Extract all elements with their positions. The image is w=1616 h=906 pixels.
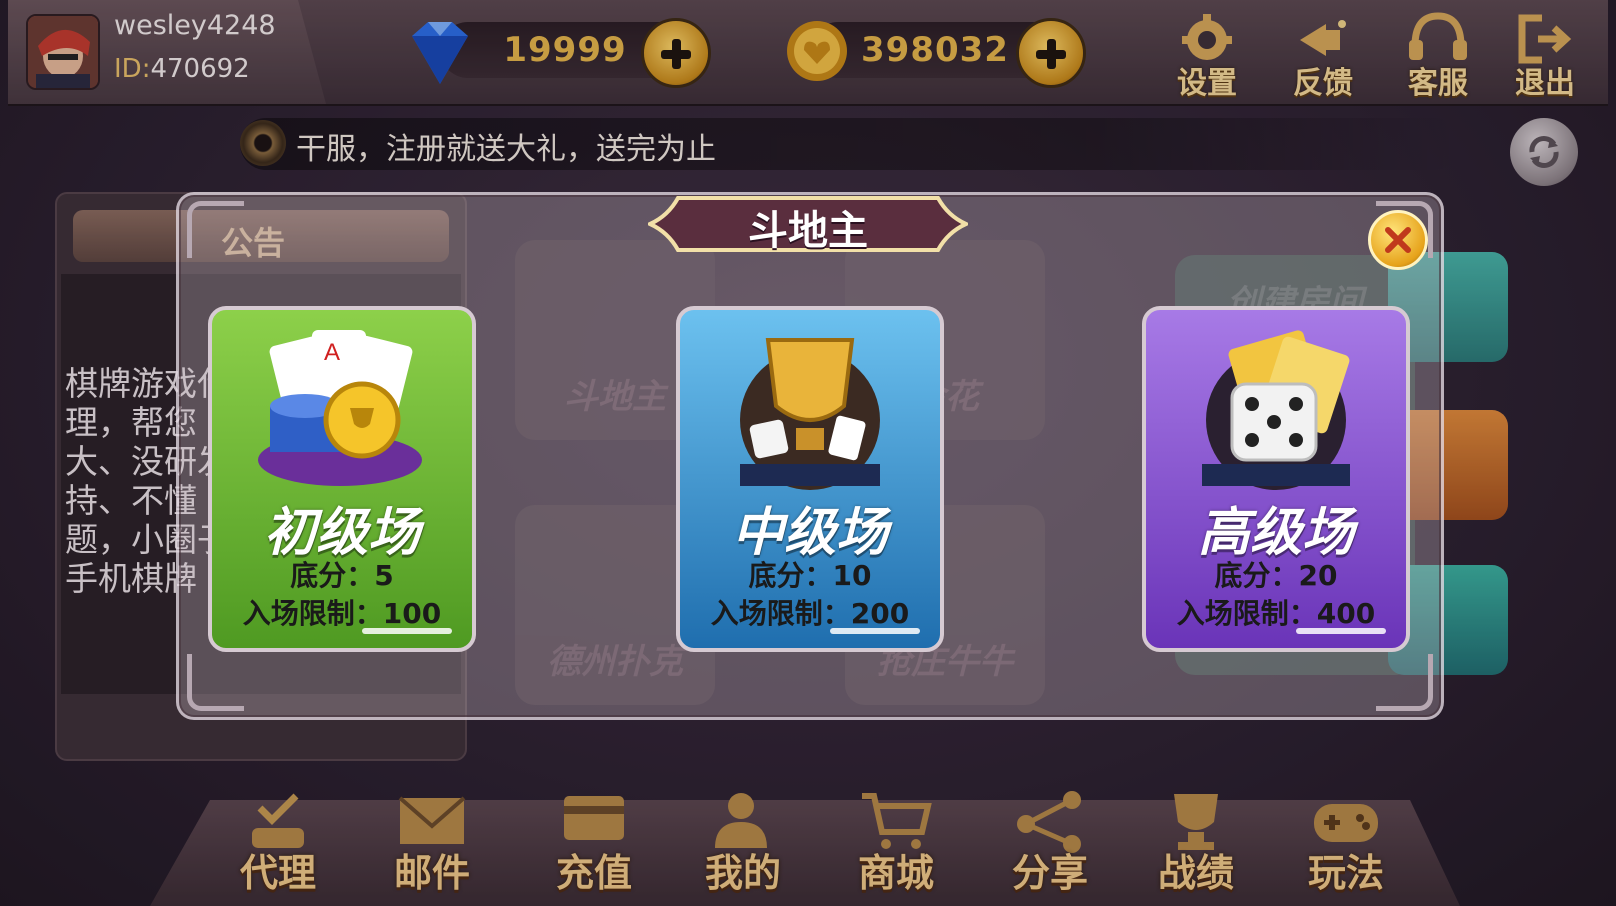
card-shine — [1296, 628, 1386, 634]
room-card-beginner[interactable]: A 初级场 底分：5 入场限制：100 — [208, 306, 476, 652]
card-shine — [362, 628, 452, 634]
room-base-score: 底分：5 — [212, 554, 472, 594]
close-button[interactable] — [1368, 210, 1428, 270]
limit-value: 400 — [1316, 597, 1376, 630]
limit-label: 入场限制： — [242, 597, 383, 630]
limit-label: 入场限制： — [1176, 597, 1317, 630]
room-entry-limit: 入场限制：200 — [680, 592, 940, 632]
base-value: 5 — [374, 559, 394, 592]
room-base-score: 底分：20 — [1146, 554, 1406, 594]
room-card-intermediate[interactable]: 中级场 底分：10 入场限制：200 — [676, 306, 944, 652]
limit-value: 200 — [850, 597, 910, 630]
room-base-score: 底分：10 — [680, 554, 940, 594]
modal-title-banner: 斗地主 — [645, 192, 971, 256]
frame-corner — [187, 654, 244, 711]
close-icon — [1385, 227, 1411, 253]
limit-value: 100 — [382, 597, 442, 630]
modal-title: 斗地主 — [748, 208, 868, 254]
base-value: 20 — [1298, 559, 1338, 592]
base-label: 底分： — [290, 559, 375, 592]
frame-corner — [1376, 654, 1433, 711]
poker-chips-art: A — [258, 330, 422, 486]
dice-art — [1202, 330, 1350, 490]
base-label: 底分： — [748, 559, 833, 592]
trophy-art — [740, 338, 880, 490]
room-entry-limit: 入场限制：100 — [212, 592, 472, 632]
limit-label: 入场限制： — [710, 597, 851, 630]
base-label: 底分： — [1214, 559, 1299, 592]
base-value: 10 — [832, 559, 872, 592]
card-shine — [830, 628, 920, 634]
room-card-advanced[interactable]: 高级场 底分：20 入场限制：400 — [1142, 306, 1410, 652]
frame-corner — [187, 201, 244, 258]
room-entry-limit: 入场限制：400 — [1146, 592, 1406, 632]
svg-text:A: A — [324, 339, 340, 366]
game-lobby-screen: wesley4248 ID:470692 19999 398032 设置 反馈 … — [0, 0, 1616, 906]
